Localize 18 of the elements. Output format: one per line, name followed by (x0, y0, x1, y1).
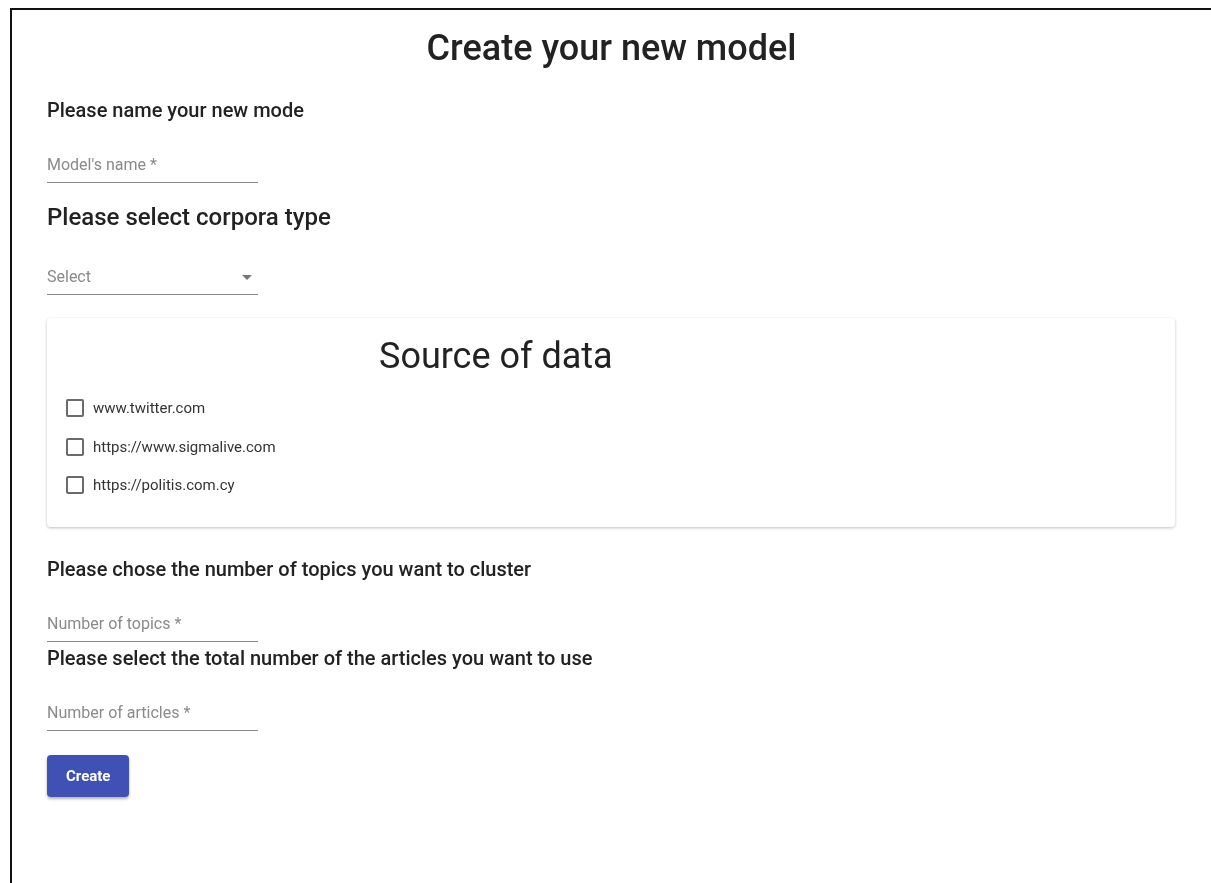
checkbox[interactable] (66, 437, 84, 456)
checkbox[interactable] (66, 399, 84, 418)
card-title: Source of data (379, 335, 613, 377)
section-heading: Please name your new mode (47, 100, 305, 120)
section-heading: Please chose the number of topics you want to cluster (47, 558, 533, 579)
dropdown-caret-icon (242, 274, 252, 280)
option-label: www.twitter.com (93, 398, 206, 419)
text-field[interactable]: Number of articles * (47, 700, 258, 731)
section-heading: Please select corpora type (47, 205, 332, 229)
option-label: https://politis.com.cy (93, 475, 235, 496)
checkbox[interactable] (66, 476, 84, 495)
section-heading: Please select the total number of the articles you want to use (47, 647, 594, 668)
select-field[interactable]: Select (47, 265, 258, 295)
text-field[interactable]: Number of topics * (47, 611, 258, 642)
option-label: https://www.sigmalive.com (93, 436, 276, 458)
text-field[interactable]: Model's name * (47, 153, 258, 183)
create-button[interactable]: Create (47, 754, 130, 797)
page-title: Create your new model (426, 30, 797, 66)
